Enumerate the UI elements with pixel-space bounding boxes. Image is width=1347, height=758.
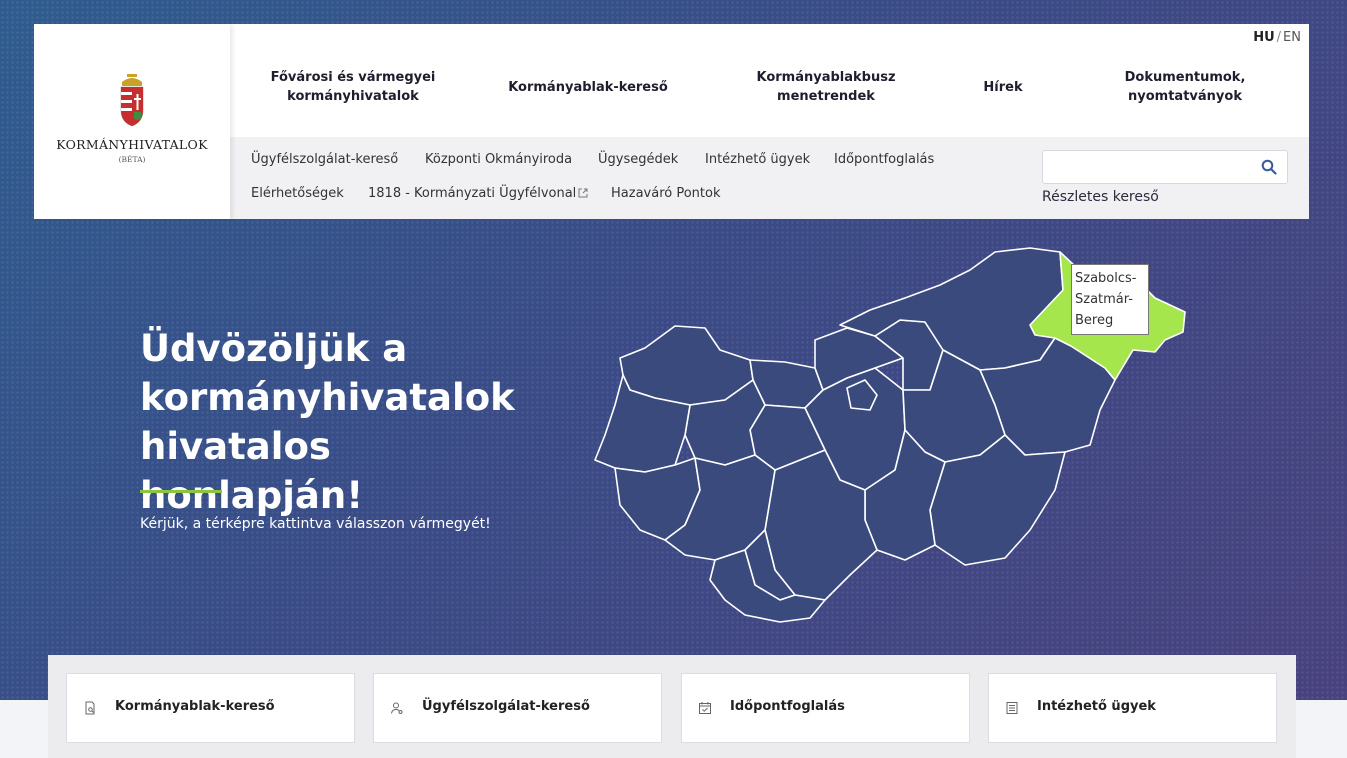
- logo[interactable]: KORMÁNYHIVATALOK (BÉTA): [34, 24, 230, 219]
- subnav-ugysegedek[interactable]: Ügysegédek: [598, 152, 678, 167]
- search-box: [1042, 150, 1288, 184]
- quick-link-idopontfoglalas[interactable]: Időpontfoglalás: [681, 673, 970, 743]
- hero-divider: [140, 490, 222, 493]
- nav-item-kormanyablak-kereso[interactable]: Kormányablak-kereső: [498, 78, 678, 97]
- subnav-ugyfelvonal[interactable]: 1818 - Kormányzati Ügyfélvonal: [368, 186, 588, 201]
- main-nav: Fővárosi és vármegyei kormányhivatalok K…: [230, 24, 1309, 137]
- quick-link-intezheto-ugyek[interactable]: Intézhető ügyek: [988, 673, 1277, 743]
- quick-link-ugyfelszolgalat-kereso[interactable]: Ügyfélszolgálat-kereső: [373, 673, 662, 743]
- nav-item-busz-menetrendek[interactable]: Kormányablakbusz menetrendek: [746, 68, 906, 106]
- logo-subtitle: (BÉTA): [118, 155, 146, 164]
- map-tooltip: Szabolcs- Szatmár- Bereg: [1071, 264, 1149, 335]
- search-input[interactable]: [1049, 155, 1249, 179]
- user-search-icon: [391, 702, 403, 714]
- quick-links-panel: Kormányablak-kereső Ügyfélszolgálat-kere…: [48, 655, 1296, 758]
- subnav-ugyfelvonal-label: 1818 - Kormányzati Ügyfélvonal: [368, 186, 577, 201]
- list-doc-icon: [1006, 702, 1018, 714]
- site-header: KORMÁNYHIVATALOK (BÉTA) HU / EN Fővárosi é…: [34, 24, 1309, 219]
- subnav-hazavaro-pontok[interactable]: Hazaváró Pontok: [611, 186, 720, 201]
- crest-icon: [120, 74, 144, 127]
- quick-link-label: Ügyfélszolgálat-kereső: [422, 699, 590, 714]
- subnav-ugyfelszolgalat-kereso[interactable]: Ügyfélszolgálat-kereső: [251, 152, 398, 167]
- nav-item-kormanyhivatalok[interactable]: Fővárosi és vármegyei kormányhivatalok: [268, 68, 438, 106]
- quick-link-label: Intézhető ügyek: [1037, 699, 1156, 714]
- logo-text: KORMÁNYHIVATALOK: [56, 137, 208, 152]
- tooltip-line: Szabolcs-: [1075, 271, 1137, 286]
- nav-item-dokumentumok[interactable]: Dokumentumok, nyomtatványok: [1110, 68, 1260, 106]
- subnav-intezheto-ugyek[interactable]: Intézhető ügyek: [705, 152, 810, 167]
- tooltip-line: Szatmár-: [1075, 292, 1133, 307]
- search-icon[interactable]: [1261, 159, 1277, 175]
- subnav-idopontfoglalas[interactable]: Időpontfoglalás: [834, 152, 934, 167]
- hero-subtitle: Kérjük, a térképre kattintva válasszon v…: [140, 516, 491, 532]
- nav-item-hirek[interactable]: Hírek: [978, 78, 1028, 97]
- quick-link-label: Időpontfoglalás: [730, 699, 845, 714]
- tooltip-line: Bereg: [1075, 313, 1114, 328]
- calendar-icon: [699, 702, 711, 714]
- quick-link-label: Kormányablak-kereső: [115, 699, 275, 714]
- external-link-icon: [578, 188, 588, 198]
- subnav-kozponti-okmanyiroda[interactable]: Központi Okmányiroda: [425, 152, 572, 167]
- search-doc-icon: [85, 701, 95, 715]
- detailed-search-link[interactable]: Részletes kereső: [1042, 189, 1159, 205]
- sub-nav: Ügyfélszolgálat-kereső Központi Okmányir…: [230, 137, 1309, 219]
- subnav-elerhetosegek[interactable]: Elérhetőségek: [251, 186, 344, 201]
- quick-link-kormanyablak-kereso[interactable]: Kormányablak-kereső: [66, 673, 355, 743]
